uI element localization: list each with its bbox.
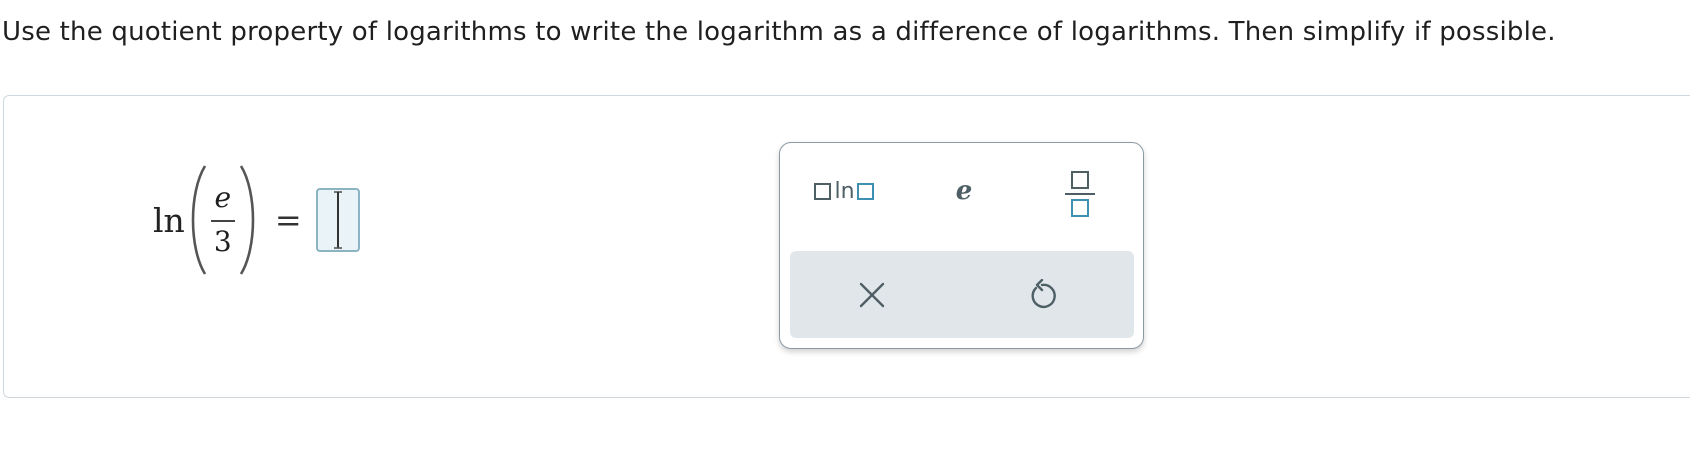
e-button-label: e (955, 176, 973, 206)
left-paren-icon (191, 165, 206, 275)
fraction: e 3 (210, 181, 235, 258)
equation: ln e 3 = (153, 160, 360, 280)
close-x-icon (859, 282, 885, 308)
fraction-template-button[interactable] (1058, 167, 1102, 221)
fraction-bar-icon (1065, 193, 1095, 195)
denominator-box-icon (1071, 199, 1089, 217)
ln-template-button[interactable]: ln (804, 171, 884, 211)
ln-function: ln (153, 200, 185, 240)
undo-button[interactable] (1020, 273, 1064, 317)
equals-sign: = (274, 201, 302, 239)
fraction-numerator: e (214, 181, 232, 214)
clear-button[interactable] (850, 273, 894, 317)
palette-action-bar (790, 251, 1134, 338)
ln-button-label: ln (834, 178, 855, 204)
text-cursor-icon (333, 191, 342, 249)
answer-input[interactable] (315, 188, 360, 252)
fraction-denominator: 3 (213, 225, 232, 258)
placeholder-box-icon (814, 182, 832, 200)
e-constant-button[interactable]: e (944, 173, 984, 209)
math-palette: ln e (779, 142, 1144, 349)
numerator-box-icon (1071, 171, 1089, 189)
undo-arrow-icon (1031, 279, 1056, 309)
question-instructions: Use the quotient property of logarithms … (2, 17, 1556, 47)
placeholder-box-icon (856, 182, 874, 200)
right-paren-icon (239, 165, 255, 275)
fraction-bar (210, 220, 235, 222)
